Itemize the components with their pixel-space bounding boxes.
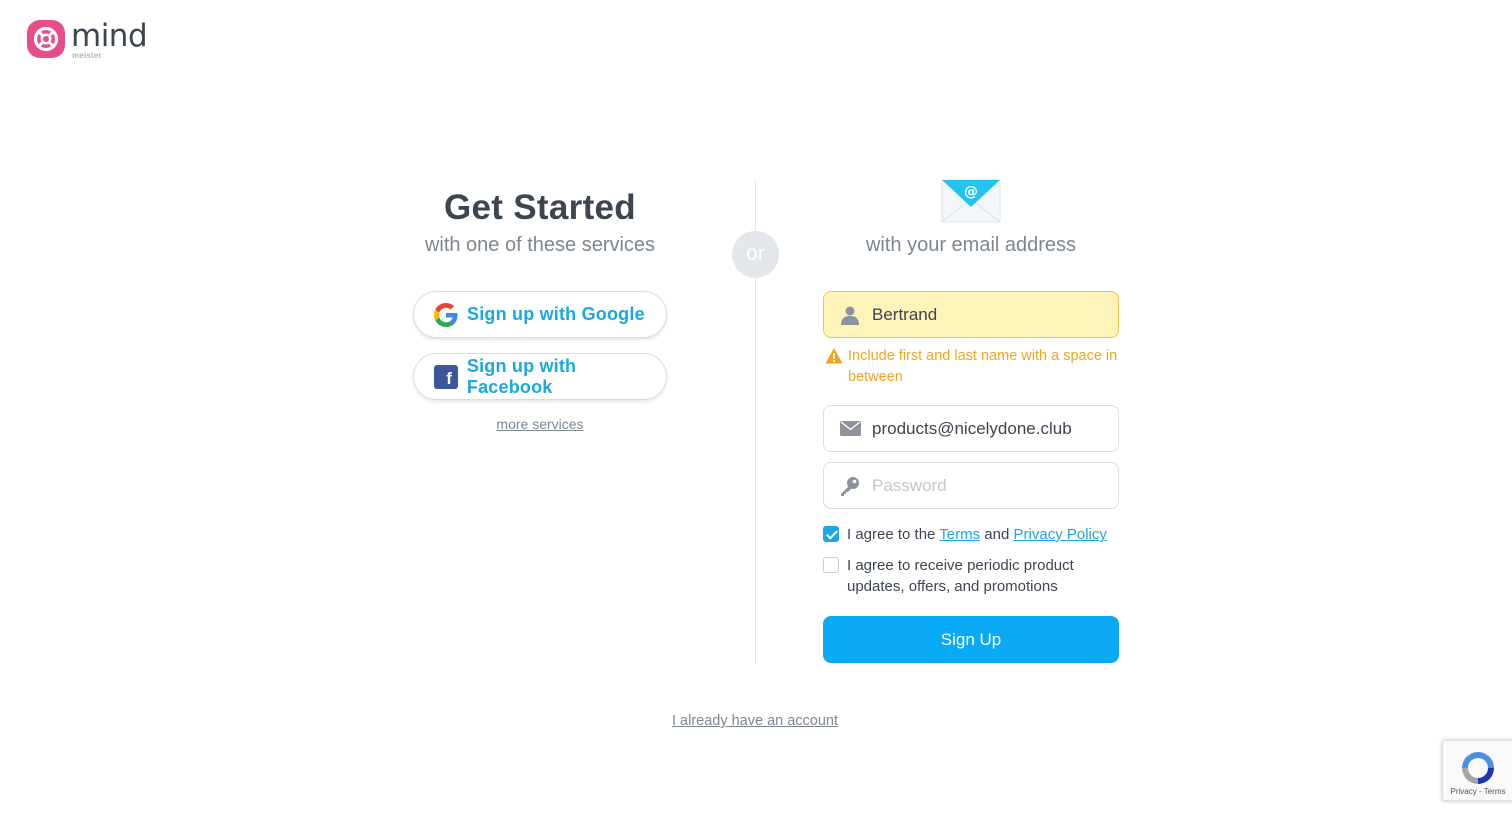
- facebook-icon: f: [434, 364, 458, 389]
- promo-consent: I agree to receive periodic product upda…: [823, 555, 1097, 597]
- recaptcha-sep: -: [1476, 787, 1484, 796]
- existing-account-link[interactable]: I already have an account: [600, 713, 910, 729]
- sign-up-button[interactable]: Sign Up: [823, 616, 1119, 663]
- terms-link[interactable]: Terms: [939, 526, 980, 543]
- terms-consent: I agree to the Terms and Privacy Policy: [823, 524, 1107, 545]
- google-signup-button[interactable]: Sign up with Google: [413, 291, 667, 338]
- mail-icon: [838, 417, 862, 441]
- privacy-policy-link[interactable]: Privacy Policy: [1014, 526, 1107, 543]
- or-separator: or: [732, 231, 779, 278]
- full-name-input[interactable]: [872, 304, 1102, 325]
- warning-triangle-icon: [825, 348, 843, 364]
- facebook-signup-label: Sign up with Facebook: [466, 355, 577, 397]
- facebook-signup-button[interactable]: f Sign up with Facebook: [413, 353, 667, 400]
- recaptcha-privacy-link[interactable]: Privacy: [1451, 787, 1477, 796]
- password-field[interactable]: [823, 462, 1119, 509]
- svg-text:@: @: [964, 184, 978, 200]
- terms-label: I agree to the Terms and Privacy Policy: [847, 524, 1107, 545]
- promo-checkbox[interactable]: [823, 557, 839, 573]
- terms-and: and: [980, 526, 1014, 543]
- social-subtitle: with one of these services: [424, 234, 656, 256]
- user-icon: [838, 303, 862, 327]
- full-name-field[interactable]: [823, 291, 1119, 338]
- recaptcha-terms-link[interactable]: Terms: [1484, 787, 1506, 796]
- brand-sub: meister: [72, 51, 102, 60]
- signup-page: mind meister Get Started with one of the…: [0, 0, 1512, 814]
- more-services-link[interactable]: more services: [413, 416, 667, 432]
- recaptcha-icon: [1462, 752, 1494, 784]
- recaptcha-badge[interactable]: Privacy - Terms: [1442, 740, 1512, 801]
- terms-prefix: I agree to the: [847, 526, 940, 543]
- google-signup-label: Sign up with Google: [467, 304, 645, 324]
- brand-name: mind: [71, 18, 148, 54]
- name-warning: Include first and last name with a space…: [825, 346, 1125, 388]
- name-warning-text: Include first and last name with a space…: [848, 348, 1118, 385]
- recaptcha-links: Privacy - Terms: [1443, 787, 1512, 796]
- email-subtitle: with your email address: [865, 234, 1077, 256]
- social-signup-header: Get Started with one of these services: [400, 185, 680, 257]
- email-field[interactable]: [823, 405, 1119, 452]
- terms-checkbox[interactable]: [823, 526, 839, 542]
- password-input[interactable]: [872, 475, 1102, 496]
- key-icon: [838, 474, 862, 498]
- page-title: Get Started: [444, 188, 636, 227]
- mindmeister-logo-icon: [27, 20, 65, 58]
- brand-wordmark: mind meister: [71, 18, 148, 62]
- envelope-at-icon: @: [941, 179, 1001, 223]
- google-icon: [434, 302, 458, 327]
- promo-label: I agree to receive periodic product upda…: [847, 557, 1074, 595]
- brand-logo[interactable]: mind meister: [27, 18, 148, 62]
- email-input[interactable]: [872, 418, 1102, 439]
